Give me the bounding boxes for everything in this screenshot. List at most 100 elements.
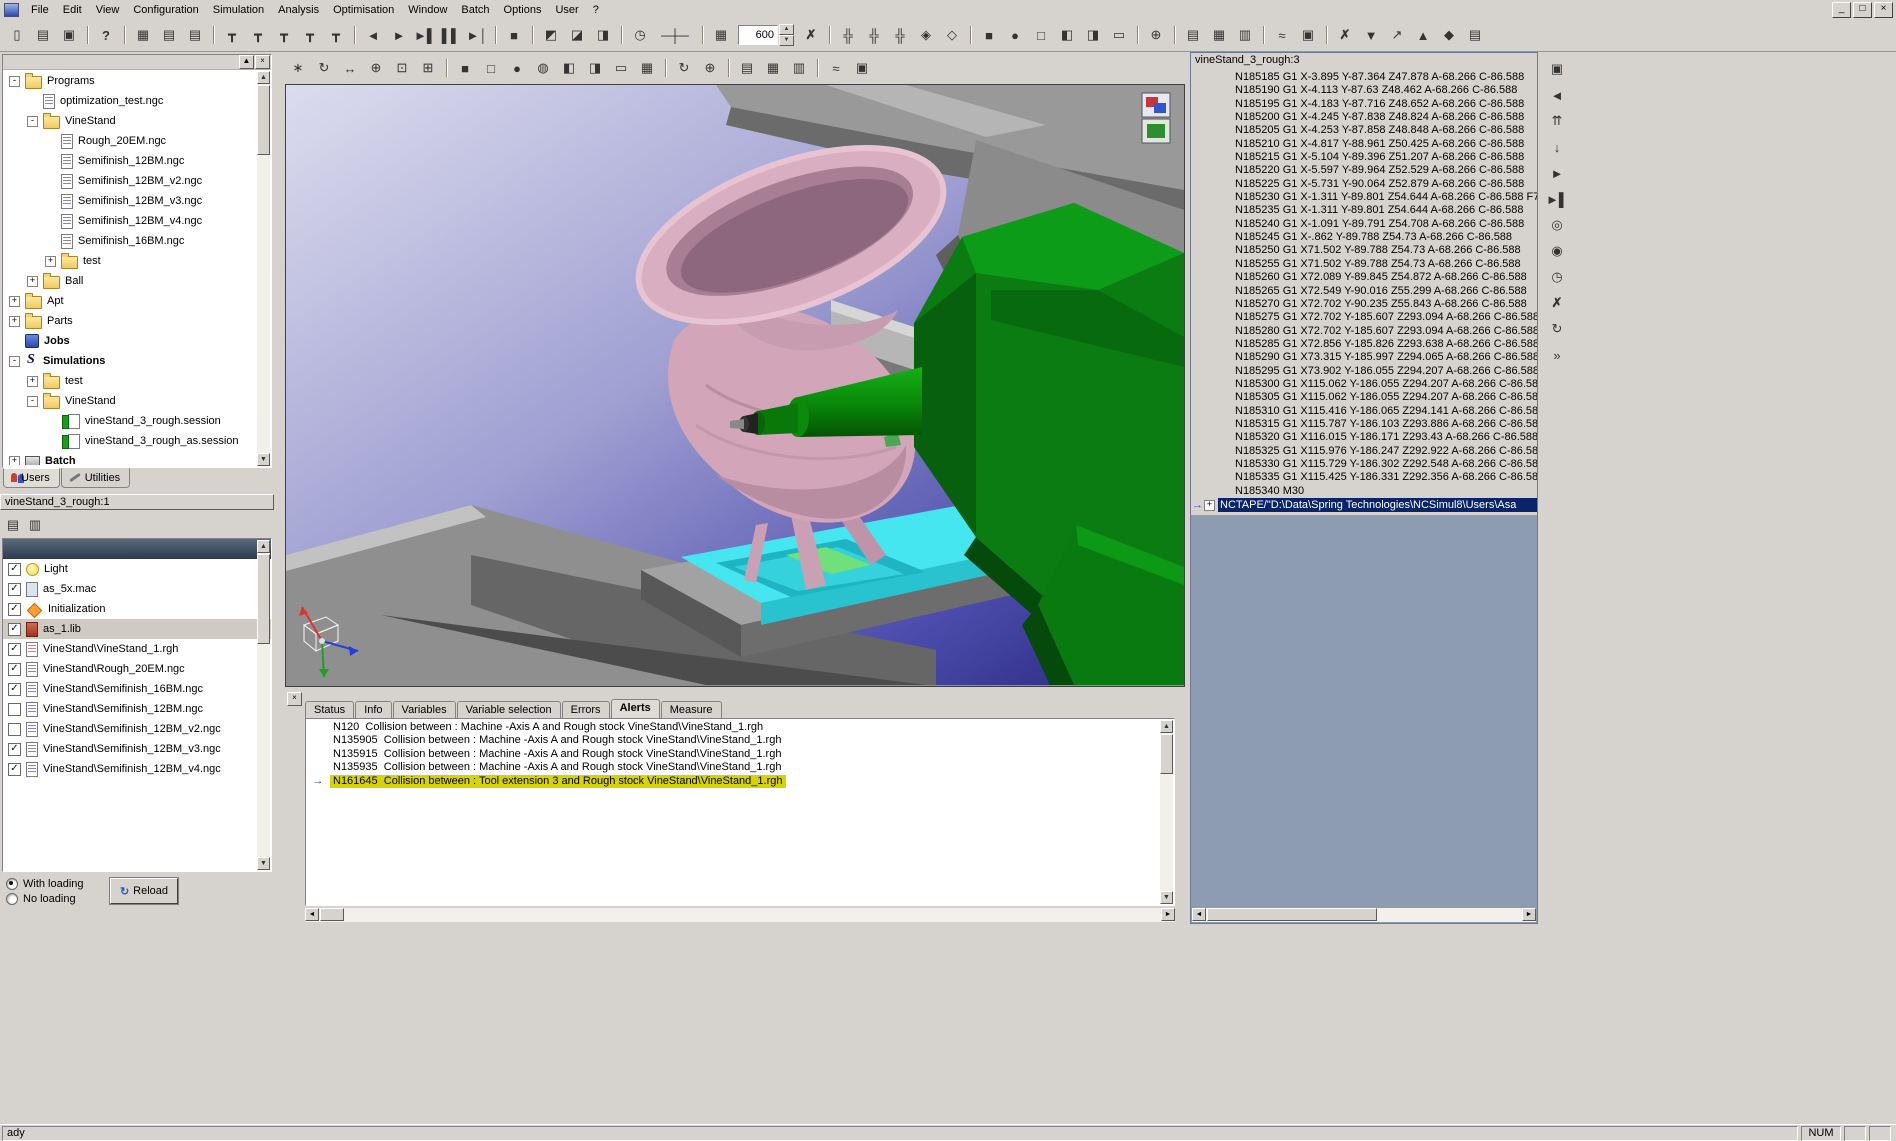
- tree-item[interactable]: vineStand_3_rough_as.session: [5, 431, 256, 451]
- view-orient-button[interactable]: ∗: [286, 56, 310, 80]
- menu-item[interactable]: Analysis: [271, 2, 326, 18]
- expander-icon[interactable]: [9, 355, 20, 367]
- menu-item[interactable]: Edit: [56, 2, 89, 18]
- machine-3d-view[interactable]: [286, 85, 1184, 685]
- scroll-thumb[interactable]: [257, 554, 270, 644]
- tree-item[interactable]: Simulations: [5, 351, 256, 371]
- view-rotate-button[interactable]: ↻: [312, 56, 336, 80]
- feed-override-slider[interactable]: ─┼─: [654, 23, 696, 47]
- toolpath-button[interactable]: ↗: [1385, 23, 1409, 47]
- render-transparent-button[interactable]: ◍: [531, 56, 555, 80]
- gcode-line[interactable]: N185290 G1 X73.315 Y-185.997 Z294.065 A-…: [1191, 351, 1537, 364]
- gcode-line[interactable]: N185280 G1 X72.702 Y-185.607 Z293.094 A-…: [1191, 325, 1537, 338]
- scroll-down-icon[interactable]: ▼: [257, 453, 270, 466]
- sim-stop-button[interactable]: ■: [495, 23, 526, 47]
- simulation-viewport[interactable]: [285, 84, 1185, 687]
- loading-option[interactable]: No loading: [6, 891, 106, 906]
- gcode-line[interactable]: N185320 G1 X116.015 Y-186.171 Z293.43 A-…: [1191, 431, 1537, 444]
- snapshot-button[interactable]: ▣: [1545, 57, 1569, 81]
- gcode-line[interactable]: N185225 G1 X-5.731 Y-90.064 Z52.879 A-68…: [1191, 178, 1537, 191]
- console-tab[interactable]: Variable selection: [456, 701, 561, 718]
- collision-check-button[interactable]: ✗: [799, 23, 823, 47]
- gcode-line[interactable]: N185265 G1 X72.549 Y-90.016 Z55.299 A-68…: [1191, 285, 1537, 298]
- tree-item[interactable]: Batch: [5, 451, 256, 465]
- capture-button[interactable]: ▣: [850, 56, 874, 80]
- gcode-view[interactable]: N185185 G1 X-3.895 Y-87.364 Z47.878 A-68…: [1191, 69, 1537, 515]
- expander-icon[interactable]: [9, 75, 20, 87]
- console-tab[interactable]: Alerts: [610, 699, 660, 718]
- layer-checkbox[interactable]: [8, 682, 21, 696]
- layer-checkbox[interactable]: [8, 662, 21, 676]
- tree-item[interactable]: VineStand: [5, 391, 256, 411]
- gcode-line[interactable]: N185260 G1 X72.089 Y-89.845 Z54.872 A-68…: [1191, 271, 1537, 284]
- play-button[interactable]: ►: [1545, 161, 1569, 185]
- scroll-left-icon[interactable]: ◄: [1192, 908, 1206, 921]
- alert-row[interactable]: N120 Collision between : Machine -Axis A…: [306, 721, 1159, 734]
- program-manager-button[interactable]: ▤: [157, 23, 181, 47]
- error-check-button[interactable]: ✗: [1326, 23, 1357, 47]
- jump-top-button[interactable]: ⇈: [1545, 109, 1569, 133]
- render-wire-button[interactable]: □: [479, 56, 503, 80]
- expander-icon[interactable]: [27, 275, 38, 287]
- scroll-up-icon[interactable]: ▲: [1160, 720, 1173, 733]
- sim-rewind-button[interactable]: ◄: [354, 23, 385, 47]
- menu-item[interactable]: Window: [401, 2, 454, 18]
- tree-item[interactable]: optimization_test.ngc: [5, 91, 256, 111]
- tree-item[interactable]: Semifinish_12BM_v4.ngc: [5, 211, 256, 231]
- gcode-line[interactable]: N185310 G1 X115.416 Y-186.065 Z294.141 A…: [1191, 405, 1537, 418]
- gcode-line[interactable]: N185295 G1 X73.902 Y-186.055 Z294.207 A-…: [1191, 365, 1537, 378]
- gcode-line[interactable]: N185250 G1 X71.502 Y-89.788 Z54.73 A-68.…: [1191, 244, 1537, 257]
- layer-row[interactable]: VineStand\Semifinish_12BM.ngc: [3, 699, 271, 719]
- new-file-button[interactable]: ▯: [5, 23, 29, 47]
- step-back-button[interactable]: ◄: [1545, 83, 1569, 107]
- tree-scrollbar[interactable]: ▲ ▼: [257, 71, 270, 466]
- info-table-button[interactable]: ▥: [787, 56, 811, 80]
- tree-item[interactable]: Programs: [5, 71, 256, 91]
- zoom-select-button[interactable]: ⊕: [698, 56, 722, 80]
- solid-half-button[interactable]: ◧: [1055, 23, 1079, 47]
- menu-item[interactable]: View: [89, 2, 127, 18]
- loading-option[interactable]: With loading: [6, 876, 106, 891]
- target-current-button[interactable]: ◎: [1545, 213, 1569, 237]
- menu-item[interactable]: File: [24, 2, 56, 18]
- tree-close-button[interactable]: ×: [255, 55, 270, 69]
- solid-cube-button[interactable]: ■: [970, 23, 1001, 47]
- view-zx-button[interactable]: ╬: [888, 23, 912, 47]
- gcode-line[interactable]: N185275 G1 X72.702 Y-185.607 Z293.094 A-…: [1191, 311, 1537, 324]
- layer-checkbox[interactable]: [8, 602, 21, 616]
- sim-step-button[interactable]: ►│: [465, 23, 489, 47]
- reload-button[interactable]: ↻ Reload: [109, 877, 179, 905]
- view-fit-button[interactable]: ⊡: [390, 56, 414, 80]
- info-table-button[interactable]: ▥: [1233, 23, 1257, 47]
- gcode-line[interactable]: N185300 G1 X115.062 Y-186.055 Z294.207 A…: [1191, 378, 1537, 391]
- expander-icon[interactable]: [9, 315, 20, 327]
- solid-plane-button[interactable]: ▭: [1107, 23, 1131, 47]
- alert-row[interactable]: N161645 Collision between : Tool extensi…: [306, 774, 1159, 788]
- expander-icon[interactable]: [9, 295, 20, 307]
- tool-library-button[interactable]: ┳: [213, 23, 244, 47]
- menu-item[interactable]: Batch: [454, 2, 496, 18]
- layer-row[interactable]: as_1.lib: [3, 619, 271, 639]
- tree-item[interactable]: Semifinish_12BM.ngc: [5, 151, 256, 171]
- alert-row[interactable]: N135915 Collision between : Machine -Axi…: [306, 748, 1159, 761]
- render-plane-button[interactable]: ▭: [609, 56, 633, 80]
- tree-item[interactable]: vineStand_3_rough.session: [5, 411, 256, 431]
- clamp-tool-button[interactable]: ◪: [565, 23, 589, 47]
- console-close-icon[interactable]: ×: [287, 692, 302, 706]
- console-tab[interactable]: Variables: [392, 701, 456, 718]
- solid-wire-button[interactable]: □: [1029, 23, 1053, 47]
- render-half-button[interactable]: ◧: [557, 56, 581, 80]
- maximize-button[interactable]: □: [1853, 2, 1872, 18]
- menu-item[interactable]: ?: [586, 2, 606, 18]
- export-button[interactable]: ◆: [1437, 23, 1461, 47]
- counter-button[interactable]: ▦: [702, 23, 733, 47]
- scroll-right-icon[interactable]: ►: [1161, 908, 1175, 921]
- coords-table-button[interactable]: ▤: [728, 56, 759, 80]
- layer-checkbox[interactable]: [8, 622, 21, 636]
- menu-item[interactable]: Options: [497, 2, 549, 18]
- minimize-button[interactable]: _: [1832, 2, 1851, 18]
- clear-button[interactable]: ✗: [1545, 291, 1569, 315]
- view-xy-button[interactable]: ╬: [829, 23, 860, 47]
- layer-checkbox[interactable]: [8, 722, 21, 736]
- view-pan-button[interactable]: ↔: [338, 56, 362, 80]
